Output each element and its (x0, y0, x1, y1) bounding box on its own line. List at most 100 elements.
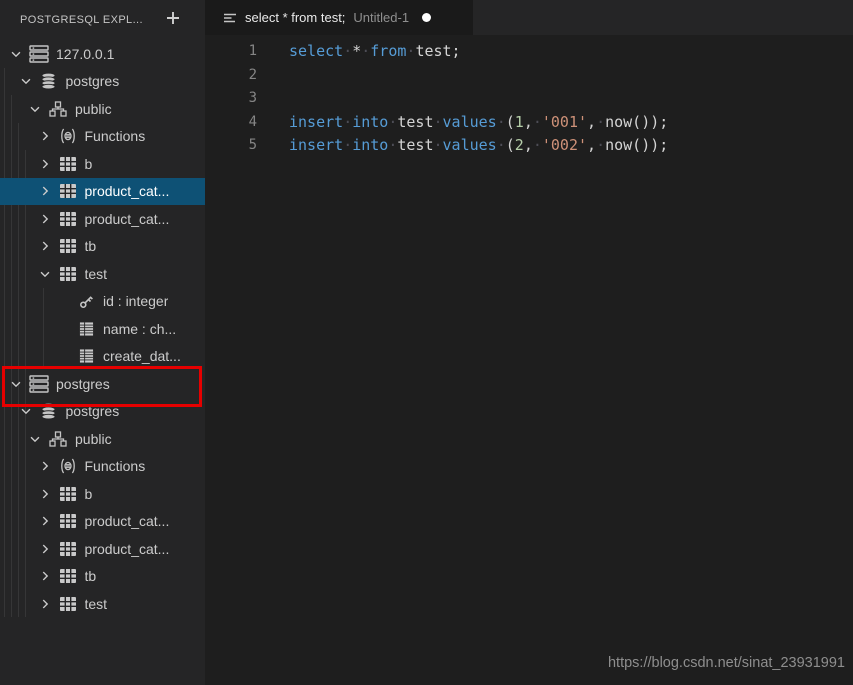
tree-row[interactable]: 127.0.0.1 (0, 40, 205, 68)
line-number[interactable]: 3 (205, 87, 257, 111)
tree-row[interactable]: id : integer (0, 288, 205, 316)
indent-spacer (0, 191, 37, 192)
schema-icon (48, 430, 68, 448)
code-token: now()); (605, 113, 668, 131)
code-line-content: insert·into·test·values·(1,·'001',·now()… (289, 111, 668, 135)
code-line[interactable]: 5insert·into·test·values·(2,·'002',·now(… (205, 134, 853, 158)
tree-row[interactable]: product_cat... (0, 178, 205, 206)
tree-row[interactable]: tb (0, 233, 205, 261)
schema-icon (48, 100, 68, 118)
line-number[interactable]: 1 (205, 40, 257, 64)
table-icon (58, 155, 78, 173)
chevron-down-icon[interactable] (27, 101, 43, 117)
tree-row[interactable]: test (0, 590, 205, 618)
code-token: * (352, 42, 361, 60)
add-connection-button[interactable] (162, 9, 184, 31)
database-icon (39, 72, 59, 90)
tree-row[interactable]: Functions (0, 453, 205, 481)
indent-spacer (0, 163, 37, 164)
code-token: test (397, 136, 433, 154)
chevron-down-icon[interactable] (18, 403, 34, 419)
table-icon (58, 567, 78, 585)
tree-row[interactable]: product_cat... (0, 205, 205, 233)
tree-row[interactable]: public (0, 95, 205, 123)
tree-row[interactable]: postgres (0, 370, 205, 398)
table-icon (58, 237, 78, 255)
modified-indicator-dot[interactable] (422, 13, 431, 22)
chevron-right-icon[interactable] (37, 183, 53, 199)
chevron-right-icon[interactable] (37, 568, 53, 584)
tab-untitled-1[interactable]: select * from test; Untitled-1 (205, 0, 473, 35)
tree-row[interactable]: b (0, 150, 205, 178)
code-line[interactable]: 3 (205, 87, 853, 111)
tree-row[interactable]: Functions (0, 123, 205, 151)
table-icon (58, 512, 78, 530)
tree-row[interactable]: create_dat... (0, 343, 205, 371)
column-icon (76, 347, 96, 365)
editor-tab-bar: select * from test; Untitled-1 (205, 0, 853, 35)
code-token: ( (506, 113, 515, 131)
tree-row-label: product_cat... (85, 513, 170, 529)
chevron-right-icon[interactable] (37, 458, 53, 474)
code-token: · (596, 136, 605, 154)
code-token: '001' (542, 113, 587, 131)
chevron-down-icon[interactable] (18, 73, 34, 89)
server-icon (29, 45, 49, 63)
code-token: ( (506, 136, 515, 154)
tree-row-label: Functions (85, 128, 146, 144)
chevron-right-icon[interactable] (37, 486, 53, 502)
code-line[interactable]: 4insert·into·test·values·(1,·'001',·now(… (205, 111, 853, 135)
chevron-right-icon[interactable] (37, 513, 53, 529)
chevron-down-icon[interactable] (37, 266, 53, 282)
tree-row-label: test (85, 266, 108, 282)
chevron-right-icon[interactable] (37, 238, 53, 254)
code-token: insert (289, 136, 343, 154)
table-icon (58, 265, 78, 283)
chevron-right-icon[interactable] (37, 156, 53, 172)
code-line[interactable]: 2 (205, 64, 853, 88)
chevron-down-icon[interactable] (27, 431, 43, 447)
line-number[interactable]: 5 (205, 134, 257, 158)
tree-row[interactable]: product_cat... (0, 535, 205, 563)
chevron-down-icon[interactable] (8, 376, 24, 392)
tree-row-label: test (85, 596, 108, 612)
chevron-right-icon[interactable] (37, 541, 53, 557)
line-number[interactable]: 4 (205, 111, 257, 135)
tree-row-label: public (75, 431, 112, 447)
tree-row[interactable]: tb (0, 563, 205, 591)
tree-row[interactable]: test (0, 260, 205, 288)
tree-row-label: name : ch... (103, 321, 176, 337)
line-number[interactable]: 2 (205, 64, 257, 88)
code-token: · (434, 113, 443, 131)
code-token: · (343, 113, 352, 131)
tree-row[interactable]: postgres (0, 398, 205, 426)
tree-row[interactable]: product_cat... (0, 508, 205, 536)
tab-title: select * from test; (245, 10, 345, 25)
tree-row[interactable]: postgres (0, 68, 205, 96)
code-editor[interactable]: 1select·*·from·test;234insert·into·test·… (205, 35, 853, 685)
indent-spacer (0, 136, 37, 137)
tree-row[interactable]: b (0, 480, 205, 508)
code-token: from (370, 42, 406, 60)
chevron-right-icon[interactable] (37, 596, 53, 612)
tree-row[interactable]: name : ch... (0, 315, 205, 343)
column-icon (76, 320, 96, 338)
code-token: into (352, 113, 388, 131)
chevron-right-icon[interactable] (37, 128, 53, 144)
indent-spacer (0, 108, 27, 109)
table-icon (58, 485, 78, 503)
code-line[interactable]: 1select·*·from·test; (205, 40, 853, 64)
tree-row[interactable]: public (0, 425, 205, 453)
chevron-down-icon[interactable] (8, 46, 24, 62)
indent-spacer (0, 438, 27, 439)
tree-row-label: product_cat... (85, 541, 170, 557)
tree-row-label: id : integer (103, 293, 168, 309)
tree-row-label: Functions (85, 458, 146, 474)
table-icon (58, 210, 78, 228)
tree-row-label: product_cat... (85, 211, 170, 227)
indent-spacer (0, 246, 37, 247)
chevron-right-icon[interactable] (37, 211, 53, 227)
indent-spacer (0, 356, 76, 357)
code-line-content: insert·into·test·values·(2,·'002',·now()… (289, 134, 668, 158)
code-token: · (343, 136, 352, 154)
